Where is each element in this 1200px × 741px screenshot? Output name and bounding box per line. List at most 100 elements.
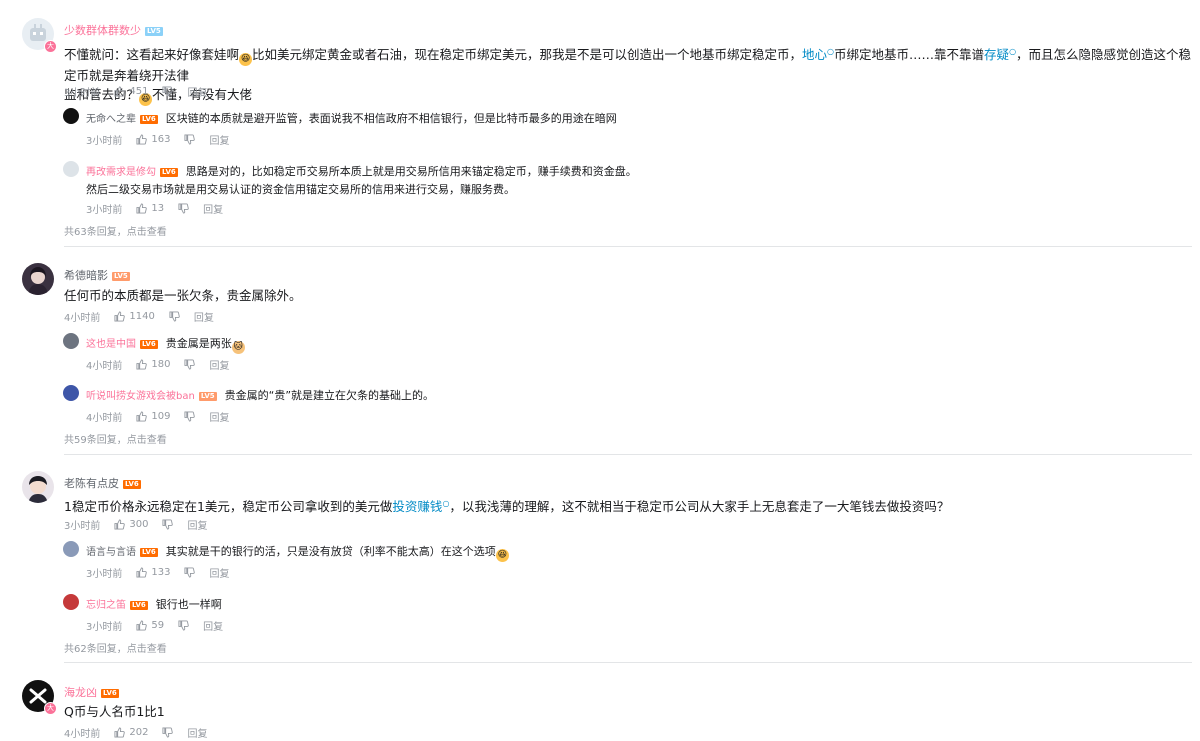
dislike-button[interactable]	[184, 134, 196, 145]
avatar[interactable]	[63, 385, 79, 401]
reply-username[interactable]: 听说叫捞女游戏会被ban	[86, 391, 195, 402]
thumbs-down-icon	[184, 567, 196, 578]
reply-button[interactable]: 回复	[187, 517, 207, 532]
reply-item: 忘归之笛 LV6 银行也一样啊	[86, 596, 222, 612]
avatar[interactable]	[63, 333, 79, 349]
comment-time: 3小时前	[64, 88, 101, 99]
dislike-button[interactable]	[169, 311, 180, 322]
avatar[interactable]	[22, 471, 54, 503]
thumbs-up-icon	[136, 359, 148, 370]
like-button[interactable]: 1140	[114, 311, 155, 322]
thumbs-up-icon	[114, 311, 126, 322]
dislike-button[interactable]	[184, 359, 196, 370]
reply-item: 这也是中国 LV6 贵金属是两张 🐱	[86, 335, 245, 354]
reply-actions: 3小时前 133 回复	[86, 565, 229, 580]
comment-username[interactable]: 少数群体群数少 LV5	[64, 22, 163, 38]
like-button[interactable]: 133	[136, 567, 170, 578]
thumbs-down-icon	[162, 86, 174, 97]
reply-button[interactable]: 回复	[209, 409, 229, 424]
like-count: 13	[151, 203, 165, 214]
reply-username[interactable]: 再改需求是修勾	[86, 167, 156, 178]
reply-text: 其实就是干的银行的活，只是没有放贷（利率不能太高）在这个选项 😆	[165, 545, 509, 562]
dislike-button[interactable]	[162, 519, 174, 530]
reply-button[interactable]: 回复	[203, 201, 223, 216]
view-more-replies[interactable]: 共59条回复，点击查看	[64, 431, 167, 446]
view-more-replies[interactable]: 共62条回复，点击查看	[64, 640, 167, 655]
level-badge: LV6	[130, 601, 148, 610]
keyword-link[interactable]: 投资赚钱	[392, 499, 442, 514]
reply-username[interactable]: 无命へ之辈	[86, 114, 136, 125]
thumbs-down-icon	[184, 134, 196, 145]
reply-text: 银行也一样啊	[155, 598, 222, 611]
comment-text: 不懂就问：这看起来好像套娃啊 😆 比如美元绑定黄金或者石油，现在稳定币绑定美元，那我…	[64, 47, 1192, 107]
reply-item: 无命へ之辈 LV6 区块链的本质就是避开监管，表面说我不相信政府不相信银行，但是比特…	[86, 110, 617, 126]
reply-username[interactable]: 这也是中国	[86, 339, 136, 350]
comment-username[interactable]: 老陈有点皮 LV6	[64, 475, 141, 491]
comment-time: 4小时前	[64, 313, 101, 324]
avatar[interactable]	[63, 594, 79, 610]
reply-button[interactable]: 回复	[209, 357, 229, 372]
level-badge: LV6	[160, 168, 178, 177]
emoji-icon: 🐱	[231, 341, 245, 354]
reply-item: 听说叫捞女游戏会被ban LV5 贵金属的“贵”就是建立在欠条的基础上的。	[86, 387, 434, 403]
thumbs-down-icon	[178, 203, 189, 214]
avatar[interactable]	[63, 541, 79, 557]
comment-username[interactable]: 希德暗影 LV5	[64, 267, 130, 283]
reply-item: 语言与言语 LV6 其实就是干的银行的活，只是没有放贷（利率不能太高）在这个选项 😆	[86, 543, 509, 562]
reply-time: 3小时前	[86, 136, 123, 147]
reply-button[interactable]: 回复	[194, 309, 214, 324]
avatar[interactable]	[22, 263, 54, 295]
avatar[interactable]	[63, 161, 79, 177]
comment-text: 1稳定币价格永远稳定在1美元，稳定币公司拿收到的美元做投资赚钱○，以我浅薄的理解…	[64, 499, 950, 515]
like-count: 1140	[129, 311, 155, 322]
reply-time: 3小时前	[86, 622, 123, 633]
reply-username[interactable]: 忘归之笛	[86, 600, 126, 611]
comment-actions: 4小时前 1140 回复	[64, 309, 214, 324]
reply-text: 思路是对的，比如稳定币交易所本质上就是用交易所信用来锚定稳定币，赚手续费和资金盘…	[185, 165, 637, 178]
comment-time: 4小时前	[64, 729, 101, 740]
like-button[interactable]: 451	[114, 86, 148, 97]
like-count: 300	[129, 519, 149, 530]
dislike-button[interactable]	[162, 86, 174, 97]
like-button[interactable]: 180	[136, 359, 170, 370]
like-count: 202	[129, 727, 149, 738]
dislike-button[interactable]	[178, 203, 189, 214]
avatar[interactable]	[63, 108, 79, 124]
like-button[interactable]: 13	[136, 203, 164, 214]
keyword-link[interactable]: 存疑	[984, 47, 1009, 62]
reply-button[interactable]: 回复	[187, 84, 207, 99]
reply-time: 3小时前	[86, 569, 123, 580]
dislike-button[interactable]	[184, 411, 196, 422]
reply-button[interactable]: 回复	[209, 132, 229, 147]
reply-text: 贵金属的“贵”就是建立在欠条的基础上的。	[224, 389, 435, 402]
reply-text-continued: 然后二级交易市场就是用交易认证的资金信用锚定交易所的信用来进行交易，赚服务费。	[86, 183, 515, 196]
dislike-button[interactable]	[162, 727, 174, 738]
thumbs-down-icon	[184, 411, 196, 422]
thumbs-up-icon	[136, 620, 148, 631]
vip-badge-icon: 大	[44, 702, 57, 715]
like-button[interactable]: 163	[136, 134, 170, 145]
reply-button[interactable]: 回复	[203, 618, 223, 633]
reply-button[interactable]: 回复	[209, 565, 229, 580]
comment-text: 任何币的本质都是一张欠条，贵金属除外。	[64, 288, 302, 303]
comment-username[interactable]: 海龙凶 LV6	[64, 684, 119, 700]
thumbs-up-icon	[114, 727, 126, 738]
like-button[interactable]: 300	[114, 519, 148, 530]
view-more-replies[interactable]: 共63条回复，点击查看	[64, 223, 167, 238]
dislike-button[interactable]	[178, 620, 189, 631]
divider	[64, 454, 1192, 455]
reply-actions: 3小时前 59 回复	[86, 618, 223, 633]
like-count: 109	[151, 411, 171, 422]
keyword-link[interactable]: 地心	[802, 47, 827, 62]
reply-time: 4小时前	[86, 413, 123, 424]
reply-username[interactable]: 语言与言语	[86, 547, 136, 558]
like-button[interactable]: 109	[136, 411, 170, 422]
dislike-button[interactable]	[184, 567, 196, 578]
level-badge: LV6	[123, 480, 141, 489]
like-button[interactable]: 59	[136, 620, 164, 631]
reply-time: 4小时前	[86, 361, 123, 372]
reply-button[interactable]: 回复	[187, 725, 207, 740]
thumbs-down-icon	[162, 519, 174, 530]
thumbs-up-icon	[136, 567, 148, 578]
like-button[interactable]: 202	[114, 727, 148, 738]
